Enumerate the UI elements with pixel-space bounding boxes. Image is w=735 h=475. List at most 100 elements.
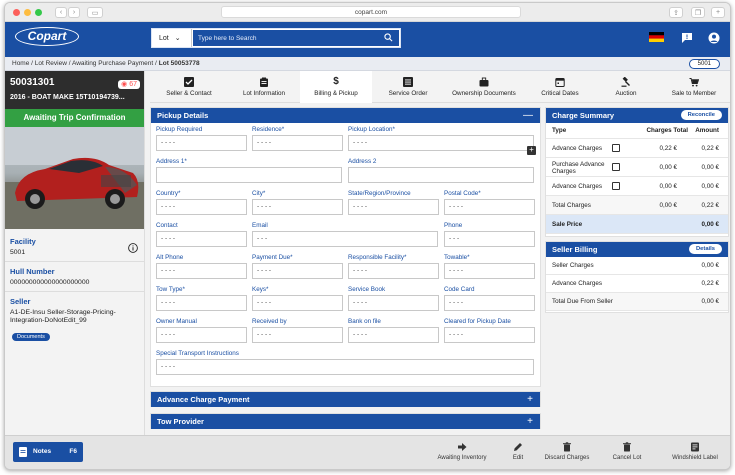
add-location-icon[interactable]: + — [527, 146, 536, 155]
external-link-icon[interactable] — [612, 182, 620, 190]
notes-shortcut: F6 — [69, 448, 77, 455]
new-tab-button[interactable]: + — [711, 7, 725, 18]
search-type-select[interactable]: Lot ⌄ — [152, 29, 192, 47]
tab-label: Service Order — [388, 90, 428, 97]
tow-provider-header[interactable]: Tow Provider + — [151, 414, 540, 429]
field-input[interactable]: - - - - — [252, 199, 343, 215]
charge-type: Sale Price — [552, 221, 583, 228]
url-bar[interactable]: copart.com — [221, 6, 521, 18]
billing-amount: 0,00 € — [701, 262, 719, 269]
share-icon[interactable]: ⇪ — [669, 7, 683, 18]
field-label: Postal Code* — [444, 190, 481, 197]
tab-label: Billing & Pickup — [314, 90, 358, 97]
advance-charge-header[interactable]: Advance Charge Payment + — [151, 392, 540, 407]
expand-icon[interactable]: + — [527, 392, 533, 407]
edit-button[interactable]: Edit — [503, 442, 533, 461]
charge-summary-row: Sale Price 0,00 € — [546, 215, 728, 234]
tab-service-order[interactable]: Service Order — [372, 71, 444, 103]
back-button[interactable]: ‹ — [55, 7, 67, 18]
copart-logo[interactable]: Copart — [15, 27, 79, 46]
external-link-icon[interactable] — [612, 163, 620, 171]
hull-number-value: 000000000000000000000 — [10, 279, 90, 286]
tab-sale-to-member[interactable]: Sale to Member — [656, 71, 730, 103]
documents-button[interactable]: Documents — [12, 333, 50, 341]
seller-billing-row: Seller Charges 0,00 € — [546, 257, 728, 275]
notes-button[interactable]: Notes F6 — [13, 442, 83, 462]
tabs-icon[interactable]: ❐ — [691, 7, 705, 18]
awaiting-inventory-button[interactable]: Awaiting Inventory — [429, 442, 495, 461]
field-input[interactable]: - - - - — [156, 327, 247, 343]
field-input[interactable]: - - - - — [156, 199, 247, 215]
tab-ownership-documents[interactable]: Ownership Documents — [444, 71, 524, 103]
tab-critical-dates[interactable]: Critical Dates — [524, 71, 596, 103]
advance-charge-panel: Advance Charge Payment + — [150, 391, 541, 407]
divider — [5, 261, 144, 262]
maximize-window-button[interactable] — [35, 9, 42, 16]
field-input[interactable]: - - - - — [156, 263, 247, 279]
windshield-label-button[interactable]: Windshield Label — [665, 442, 725, 461]
field-label: Service Book — [348, 286, 386, 293]
field-input[interactable]: - - - - — [444, 295, 535, 311]
german-flag-icon[interactable] — [649, 32, 664, 42]
tab-lot-information[interactable]: Lot Information — [228, 71, 300, 103]
billing-amount: 0,00 € — [701, 298, 719, 305]
briefcase-icon — [479, 77, 489, 87]
field-input[interactable]: - - - - — [348, 327, 439, 343]
pickup-details-header[interactable]: Pickup Details — — [151, 108, 540, 123]
field-input[interactable]: - - - - — [444, 263, 535, 279]
field-input[interactable]: - - - - — [444, 199, 535, 215]
field-input[interactable]: - - - - — [156, 135, 247, 151]
expand-icon[interactable]: + — [527, 414, 533, 429]
breadcrumb-path[interactable]: Home / Lot Review / Awaiting Purchase Pa… — [12, 60, 157, 67]
field-input[interactable]: - - - - — [252, 295, 343, 311]
hull-number-label: Hull Number — [10, 267, 55, 276]
field-input[interactable]: - - - — [252, 231, 438, 247]
field-input[interactable]: - - - — [444, 231, 535, 247]
field-input[interactable]: - - - - — [348, 199, 439, 215]
tab-seller-contact[interactable]: Seller & Contact — [150, 71, 228, 103]
field-input[interactable]: - - - - — [252, 327, 343, 343]
field-label: Phone — [444, 222, 463, 229]
details-button[interactable]: Details — [688, 244, 722, 254]
field-input[interactable]: - - - - — [252, 263, 343, 279]
message-icon[interactable] — [681, 32, 693, 44]
field-input[interactable] — [156, 167, 342, 183]
reconcile-button[interactable]: Reconcile — [680, 110, 722, 120]
search-input[interactable] — [193, 30, 399, 46]
field-input[interactable]: - - - - — [252, 135, 343, 151]
col-charges: Charges Total — [646, 127, 688, 134]
field-input[interactable]: - - - - — [348, 263, 439, 279]
info-icon[interactable] — [128, 243, 138, 253]
lot-yard-badge[interactable]: 5001 — [688, 59, 720, 69]
field-input[interactable]: - - - - — [156, 231, 247, 247]
collapse-icon[interactable]: — — [523, 108, 533, 123]
sidebar-toggle-icon[interactable]: ▭ — [87, 7, 103, 18]
action-label: Cancel Lot — [612, 455, 642, 461]
close-window-button[interactable] — [13, 9, 20, 16]
charge-amount: 0,00 € — [701, 183, 719, 190]
minimize-window-button[interactable] — [24, 9, 31, 16]
charge-summary-header: Charge Summary Reconcile — [546, 108, 728, 123]
billing-type: Total Due From Seller — [552, 298, 613, 305]
tab-auction[interactable]: Auction — [596, 71, 656, 103]
dollar-icon: $ — [333, 76, 339, 87]
panel-title: Tow Provider — [157, 417, 204, 426]
search-icon[interactable] — [384, 33, 393, 42]
field-input[interactable]: - - - - — [348, 295, 439, 311]
field-label: Pickup Location* — [348, 126, 395, 133]
field-input[interactable]: - - - - — [444, 327, 535, 343]
external-link-icon[interactable] — [612, 144, 620, 152]
arrow-right-icon — [458, 443, 467, 451]
field-input[interactable]: - - - - — [156, 359, 534, 375]
tab-billing-pickup[interactable]: $ Billing & Pickup — [300, 71, 372, 103]
user-account-icon[interactable] — [708, 32, 720, 44]
cancel-lot-button[interactable]: Cancel Lot — [607, 442, 647, 461]
field-input[interactable]: - - - - — [156, 295, 247, 311]
discard-charges-button[interactable]: Discard Charges — [539, 442, 595, 461]
vehicle-photo[interactable] — [5, 127, 144, 229]
forward-button[interactable]: › — [68, 7, 80, 18]
field-label: State/Region/Province — [348, 190, 411, 197]
field-input[interactable] — [348, 167, 534, 183]
field-input[interactable]: - - - - — [348, 135, 534, 151]
watch-count-badge[interactable]: ◉ 67 — [118, 80, 140, 89]
